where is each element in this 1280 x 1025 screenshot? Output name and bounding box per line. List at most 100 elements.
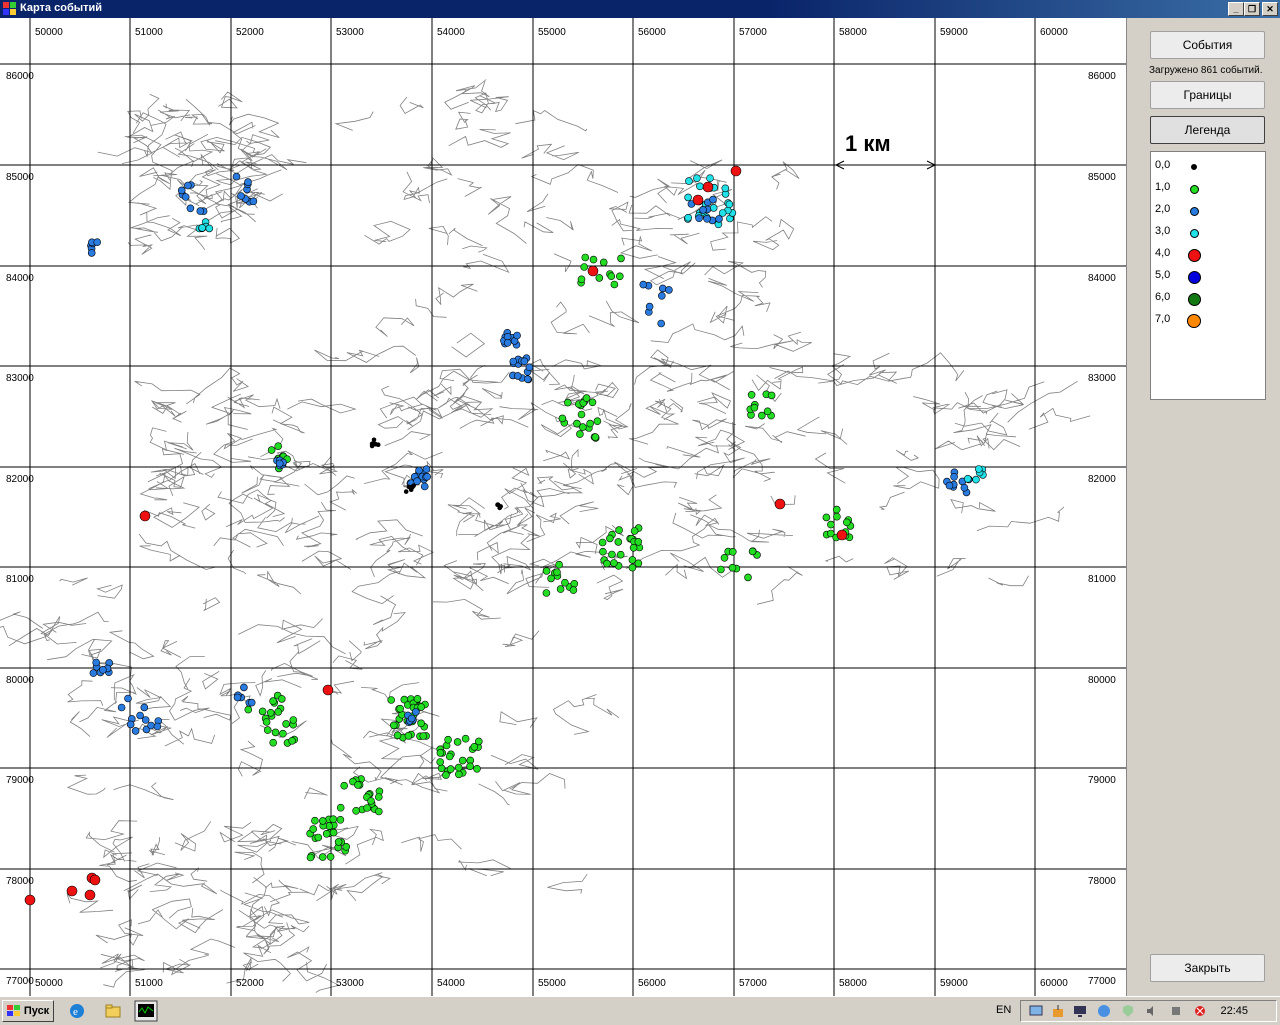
events-button[interactable]: События (1150, 31, 1265, 59)
map-canvas[interactable]: 50000 50000 51000 51000 52000 52000 53000 53000… (0, 18, 1126, 996)
event-marker (684, 193, 692, 202)
event-marker (93, 238, 101, 246)
minimize-button[interactable]: _ (1228, 2, 1244, 16)
event-marker (387, 696, 396, 704)
x-tick-label-bottom: 51000 (135, 978, 163, 989)
x-tick-label-top: 58000 (839, 27, 867, 38)
shield-icon[interactable] (1121, 1004, 1135, 1018)
event-marker (196, 207, 205, 215)
legend-item: 0,0 (1151, 156, 1265, 176)
event-marker (411, 708, 420, 716)
language-indicator[interactable]: EN (996, 1004, 1011, 1016)
event-marker-large (84, 889, 96, 901)
update-icon[interactable] (1051, 1004, 1065, 1018)
event-map[interactable]: 50000 50000 51000 51000 52000 52000 53000 53000… (0, 18, 1127, 996)
event-marker (334, 838, 343, 846)
event-marker-large (66, 885, 78, 897)
event-marker (336, 803, 345, 812)
event-marker (404, 731, 413, 740)
x-tick-label-bottom: 59000 (940, 978, 968, 989)
folder-icon[interactable] (104, 1002, 122, 1020)
close-window-button[interactable]: ✕ (1262, 2, 1278, 16)
event-marker (610, 280, 619, 289)
legend-button[interactable]: Легенда (1150, 116, 1265, 144)
event-marker (706, 174, 714, 182)
event-marker (569, 586, 578, 594)
x-tick-label-bottom: 60000 (1040, 978, 1068, 989)
event-marker (263, 726, 272, 734)
x-tick-label-top: 51000 (135, 27, 163, 38)
event-marker (630, 527, 639, 535)
event-marker (117, 703, 126, 712)
event-marker (445, 752, 454, 761)
ie-icon[interactable]: e (68, 1002, 86, 1020)
event-marker (329, 815, 338, 824)
y-tick-label-left: 77000 (6, 976, 34, 987)
event-marker-large (139, 510, 151, 522)
event-marker (588, 398, 597, 407)
legend-label: 0,0 (1155, 159, 1171, 171)
legend-marker (1187, 292, 1201, 306)
event-marker (244, 705, 253, 714)
event-marker (454, 770, 463, 779)
event-marker (695, 214, 703, 222)
event-marker (413, 694, 422, 703)
power-icon[interactable] (1169, 1004, 1183, 1018)
event-marker (570, 579, 579, 588)
event-marker (684, 213, 693, 222)
restore-button[interactable]: ❐ (1244, 2, 1260, 16)
event-marker (523, 375, 532, 384)
x-tick-label-top: 60000 (1040, 27, 1068, 38)
globe-icon[interactable] (1097, 1004, 1111, 1018)
event-marker (561, 578, 569, 587)
bounds-button[interactable]: Границы (1150, 81, 1265, 109)
event-marker (542, 589, 551, 597)
close-button[interactable]: Закрыть (1150, 954, 1265, 982)
event-marker (277, 695, 286, 703)
event-marker-large (89, 874, 101, 886)
legend-marker (1189, 184, 1199, 194)
event-marker (446, 765, 455, 773)
alert-icon[interactable] (1193, 1004, 1207, 1018)
taskbar: Пуск e EN 22:45 (0, 996, 1280, 1025)
event-marker (657, 291, 666, 300)
scale-bar-label: 1 км (845, 131, 891, 156)
x-tick-label-bottom: 57000 (739, 978, 767, 989)
event-marker (558, 414, 567, 423)
x-tick-label-bottom: 52000 (236, 978, 264, 989)
monitor-icon[interactable] (134, 1000, 158, 1022)
x-tick-label-bottom: 54000 (437, 978, 465, 989)
event-marker (140, 703, 149, 712)
event-marker (699, 206, 707, 214)
event-marker (153, 722, 162, 731)
volume-icon[interactable] (1145, 1004, 1159, 1018)
x-tick-label-top: 50000 (35, 27, 63, 38)
event-marker (87, 249, 96, 257)
event-marker (409, 484, 414, 490)
event-marker (244, 178, 252, 186)
event-marker (442, 771, 450, 779)
event-marker (615, 526, 623, 534)
app-icon (3, 2, 16, 15)
event-marker (629, 543, 638, 552)
y-tick-label-right: 79000 (1088, 775, 1116, 786)
x-tick-label-top: 56000 (638, 27, 666, 38)
event-marker (240, 683, 248, 692)
event-marker (232, 172, 241, 181)
event-marker (437, 764, 446, 773)
display-icon[interactable] (1073, 1004, 1087, 1018)
y-tick-label-left: 80000 (6, 675, 34, 686)
event-marker (420, 482, 429, 491)
event-marker (578, 423, 587, 431)
event-marker (266, 708, 275, 717)
event-marker (634, 559, 643, 568)
event-marker (556, 585, 565, 593)
event-marker (186, 204, 195, 213)
event-marker (363, 804, 371, 812)
event-marker (542, 567, 551, 575)
start-button[interactable]: Пуск (2, 1000, 54, 1022)
network-icon[interactable] (1029, 1004, 1043, 1018)
window-titlebar[interactable]: Карта событий _ ❐ ✕ (0, 0, 1280, 18)
event-marker (249, 197, 258, 206)
event-marker (461, 734, 470, 743)
